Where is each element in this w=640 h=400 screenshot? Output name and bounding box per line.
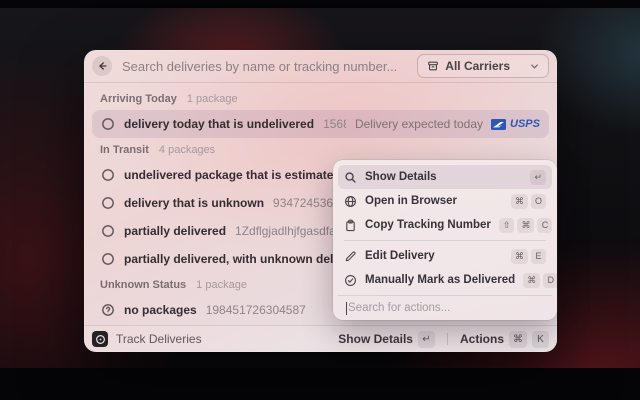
menu-item-label: Manually Mark as Delivered xyxy=(365,274,515,286)
return-keycap: ↵ xyxy=(530,170,546,185)
menu-item-edit-delivery[interactable]: Edit Delivery ⌘ E xyxy=(338,244,552,268)
cmd-keycap: ⌘ xyxy=(523,273,540,288)
cmd-keycap: ⌘ xyxy=(511,194,528,209)
actions-menu: Show Details ↵ Open in Browser ⌘ O Copy … xyxy=(333,160,557,320)
section-in-transit: In Transit 4 packages xyxy=(92,138,549,161)
delivery-title: no packages xyxy=(124,303,197,317)
circle-icon xyxy=(101,168,115,182)
return-keycap: ↵ xyxy=(418,331,435,348)
cmd-keycap: ⌘ xyxy=(509,331,527,348)
pencil-icon xyxy=(344,250,357,263)
menu-item-label: Open in Browser xyxy=(365,195,503,207)
d-keycap: D xyxy=(543,273,558,288)
delivery-status: Delivery expected today xyxy=(355,117,483,131)
actions-search-input[interactable]: Search for actions... xyxy=(338,295,552,320)
carrier-dropdown-label: All Carriers xyxy=(445,59,510,73)
o-keycap: O xyxy=(531,194,546,209)
c-keycap: C xyxy=(537,218,552,233)
section-title: Arriving Today xyxy=(100,93,177,105)
menu-item-copy-tracking-number[interactable]: Copy Tracking Number ⇧ ⌘ C xyxy=(338,213,552,237)
menu-item-label: Edit Delivery xyxy=(365,250,503,262)
menu-item-label: Show Details xyxy=(365,171,522,183)
question-circle-icon xyxy=(101,303,115,317)
carrier-name: USPS xyxy=(510,118,540,130)
footer-divider xyxy=(447,333,448,345)
section-count: 4 packages xyxy=(159,144,215,156)
progress-circle-icon xyxy=(101,117,115,131)
section-count: 1 package xyxy=(187,93,238,105)
menu-item-label: Copy Tracking Number xyxy=(365,219,491,231)
screen: Search deliveries by name or tracking nu… xyxy=(0,0,640,400)
action-bar: Track Deliveries Show Details ↵ Actions … xyxy=(84,325,557,352)
package-box-icon xyxy=(427,60,439,72)
list-item-delivery-today[interactable]: delivery today that is undelivered 15684… xyxy=(92,110,549,138)
carrier-dropdown[interactable]: All Carriers xyxy=(417,54,549,78)
actions-search-placeholder: Search for actions... xyxy=(348,302,450,314)
section-count: 1 package xyxy=(196,279,247,291)
delivery-title: delivery that is unknown xyxy=(124,196,264,210)
show-details-label: Show Details xyxy=(338,332,413,346)
tracking-number: 156845865089045685454467 xyxy=(323,117,346,131)
e-keycap: E xyxy=(531,249,546,264)
search-header: Search deliveries by name or tracking nu… xyxy=(84,50,557,83)
circle-icon xyxy=(101,224,115,238)
carrier-badge: USPS xyxy=(491,118,540,130)
section-title: In Transit xyxy=(100,144,149,156)
arrow-left-icon xyxy=(96,60,108,72)
shift-keycap: ⇧ xyxy=(499,218,515,233)
extension-name: Track Deliveries xyxy=(116,332,330,346)
search-input[interactable]: Search deliveries by name or tracking nu… xyxy=(122,59,407,74)
menu-divider xyxy=(344,240,546,241)
globe-icon xyxy=(344,195,357,208)
track-deliveries-app-icon xyxy=(92,331,108,347)
circle-icon xyxy=(101,252,115,266)
menu-item-show-details[interactable]: Show Details ↵ xyxy=(338,165,552,189)
cmd-keycap: ⌘ xyxy=(511,249,528,264)
actions-button[interactable]: Actions ⌘ K xyxy=(460,331,549,348)
section-title: Unknown Status xyxy=(100,279,186,291)
actions-label: Actions xyxy=(460,332,504,346)
search-icon xyxy=(344,171,357,184)
text-cursor xyxy=(346,302,347,315)
menu-item-mark-as-delivered[interactable]: Manually Mark as Delivered ⌘ D xyxy=(338,268,552,292)
menu-item-open-in-browser[interactable]: Open in Browser ⌘ O xyxy=(338,189,552,213)
back-button[interactable] xyxy=(92,56,112,76)
usps-logo-icon xyxy=(491,119,506,130)
check-circle-icon xyxy=(344,274,357,287)
section-arriving-today: Arriving Today 1 package xyxy=(92,87,549,110)
raycast-window: Search deliveries by name or tracking nu… xyxy=(84,50,557,352)
circle-icon xyxy=(101,196,115,210)
clipboard-icon xyxy=(344,219,357,232)
delivery-title: delivery today that is undelivered xyxy=(124,117,314,131)
k-keycap: K xyxy=(532,331,549,348)
show-details-button[interactable]: Show Details ↵ xyxy=(338,331,435,348)
delivery-title: partially delivered xyxy=(124,224,226,238)
chevron-down-icon xyxy=(530,62,539,71)
cmd-keycap: ⌘ xyxy=(517,218,534,233)
